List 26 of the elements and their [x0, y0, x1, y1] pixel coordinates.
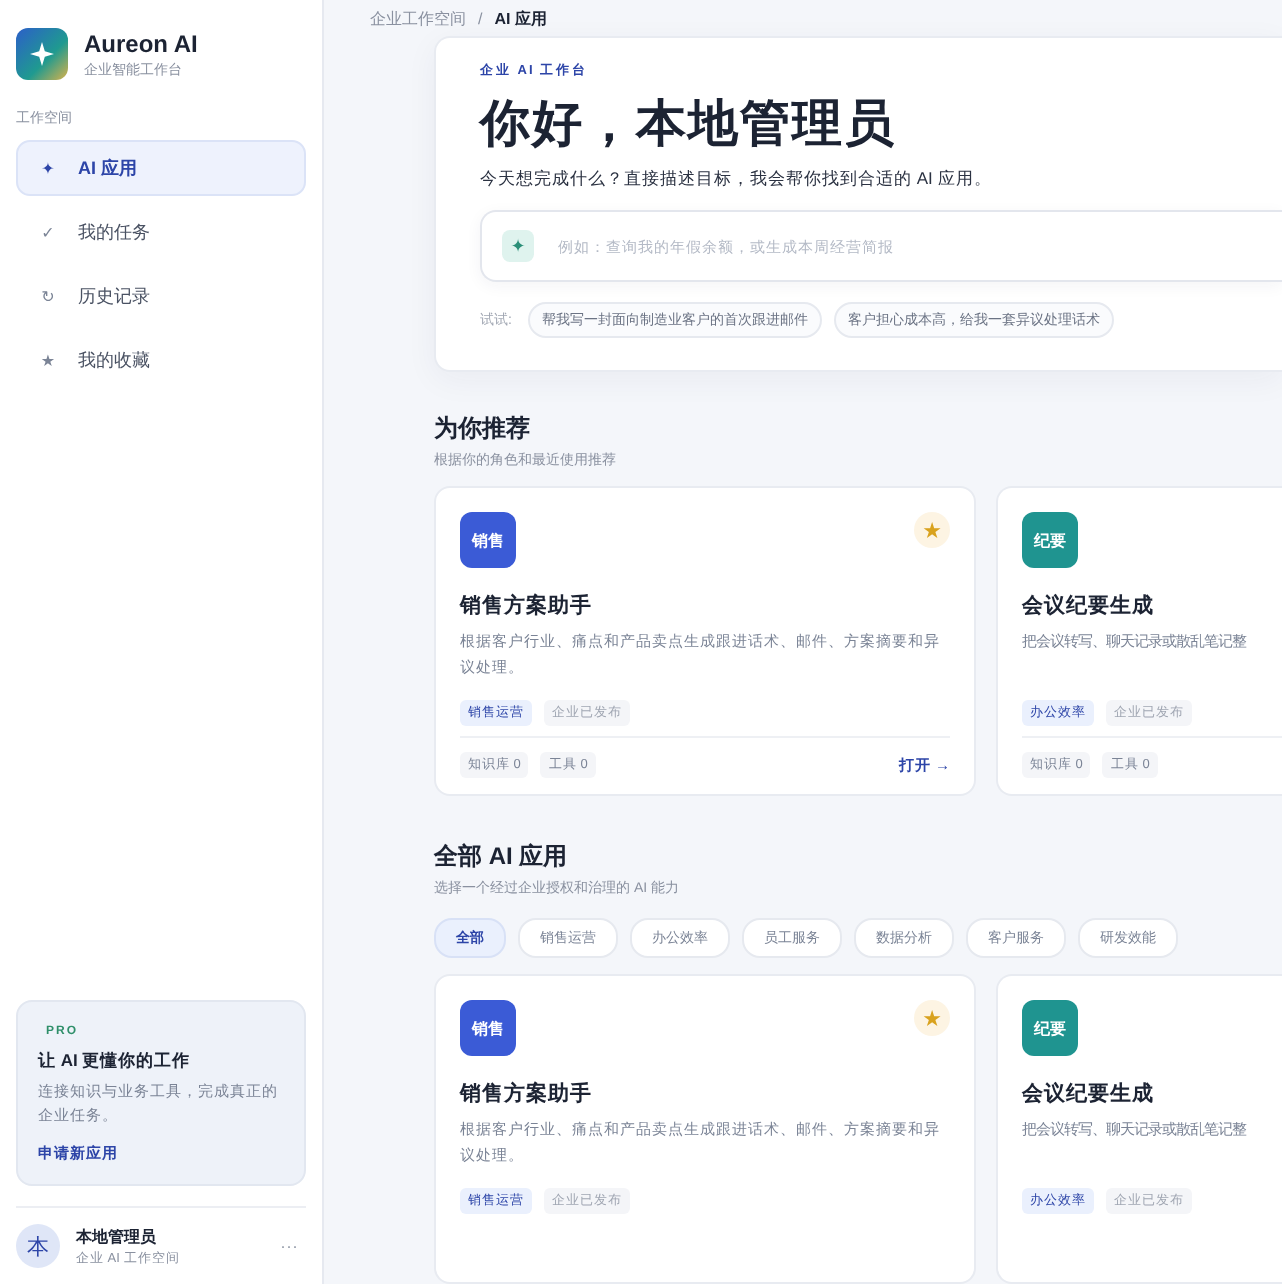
hero-title: 你好，本地管理员	[480, 94, 898, 156]
app-title: 销售方案助手	[460, 1080, 594, 1108]
avatar: 本	[16, 1224, 60, 1268]
sparkle-icon: ✦	[502, 230, 534, 262]
user-name: 本地管理员	[76, 1225, 158, 1247]
breadcrumb-item: AI 应用	[494, 7, 547, 29]
breadcrumb-item[interactable]: 企业工作空间	[370, 7, 466, 29]
nav-item[interactable]: ✦ AI 应用	[16, 140, 306, 196]
hero-subtitle: 今天想完成什么？直接描述目标，我会帮你找到合适的 AI 应用。	[480, 168, 994, 192]
app-badge: 纪要	[1022, 512, 1078, 568]
app-badge: 纪要	[1022, 1000, 1078, 1056]
app-title: 销售方案助手	[460, 592, 594, 620]
promo-title: 让 AI 更懂你的工作	[38, 1050, 191, 1074]
brand-name: Aureon AI	[84, 29, 198, 57]
nav-item[interactable]: ✓ 我的任务	[16, 204, 306, 260]
app-title: 会议纪要生成	[1022, 592, 1156, 620]
sparkle-logo-icon	[16, 28, 68, 80]
nav-item[interactable]: ★ 我的收藏	[16, 332, 306, 388]
section-title: 为你推荐	[434, 412, 532, 446]
breadcrumb-separator: /	[478, 9, 483, 27]
more-button[interactable]: ···	[272, 1236, 306, 1256]
nav-item[interactable]: ↻ 历史记录	[16, 268, 306, 324]
section-title: 全部 AI 应用	[434, 840, 570, 874]
app-badge: 销售	[460, 512, 516, 568]
app-title: 会议纪要生成	[1022, 1080, 1156, 1108]
app-badge: 销售	[460, 1000, 516, 1056]
